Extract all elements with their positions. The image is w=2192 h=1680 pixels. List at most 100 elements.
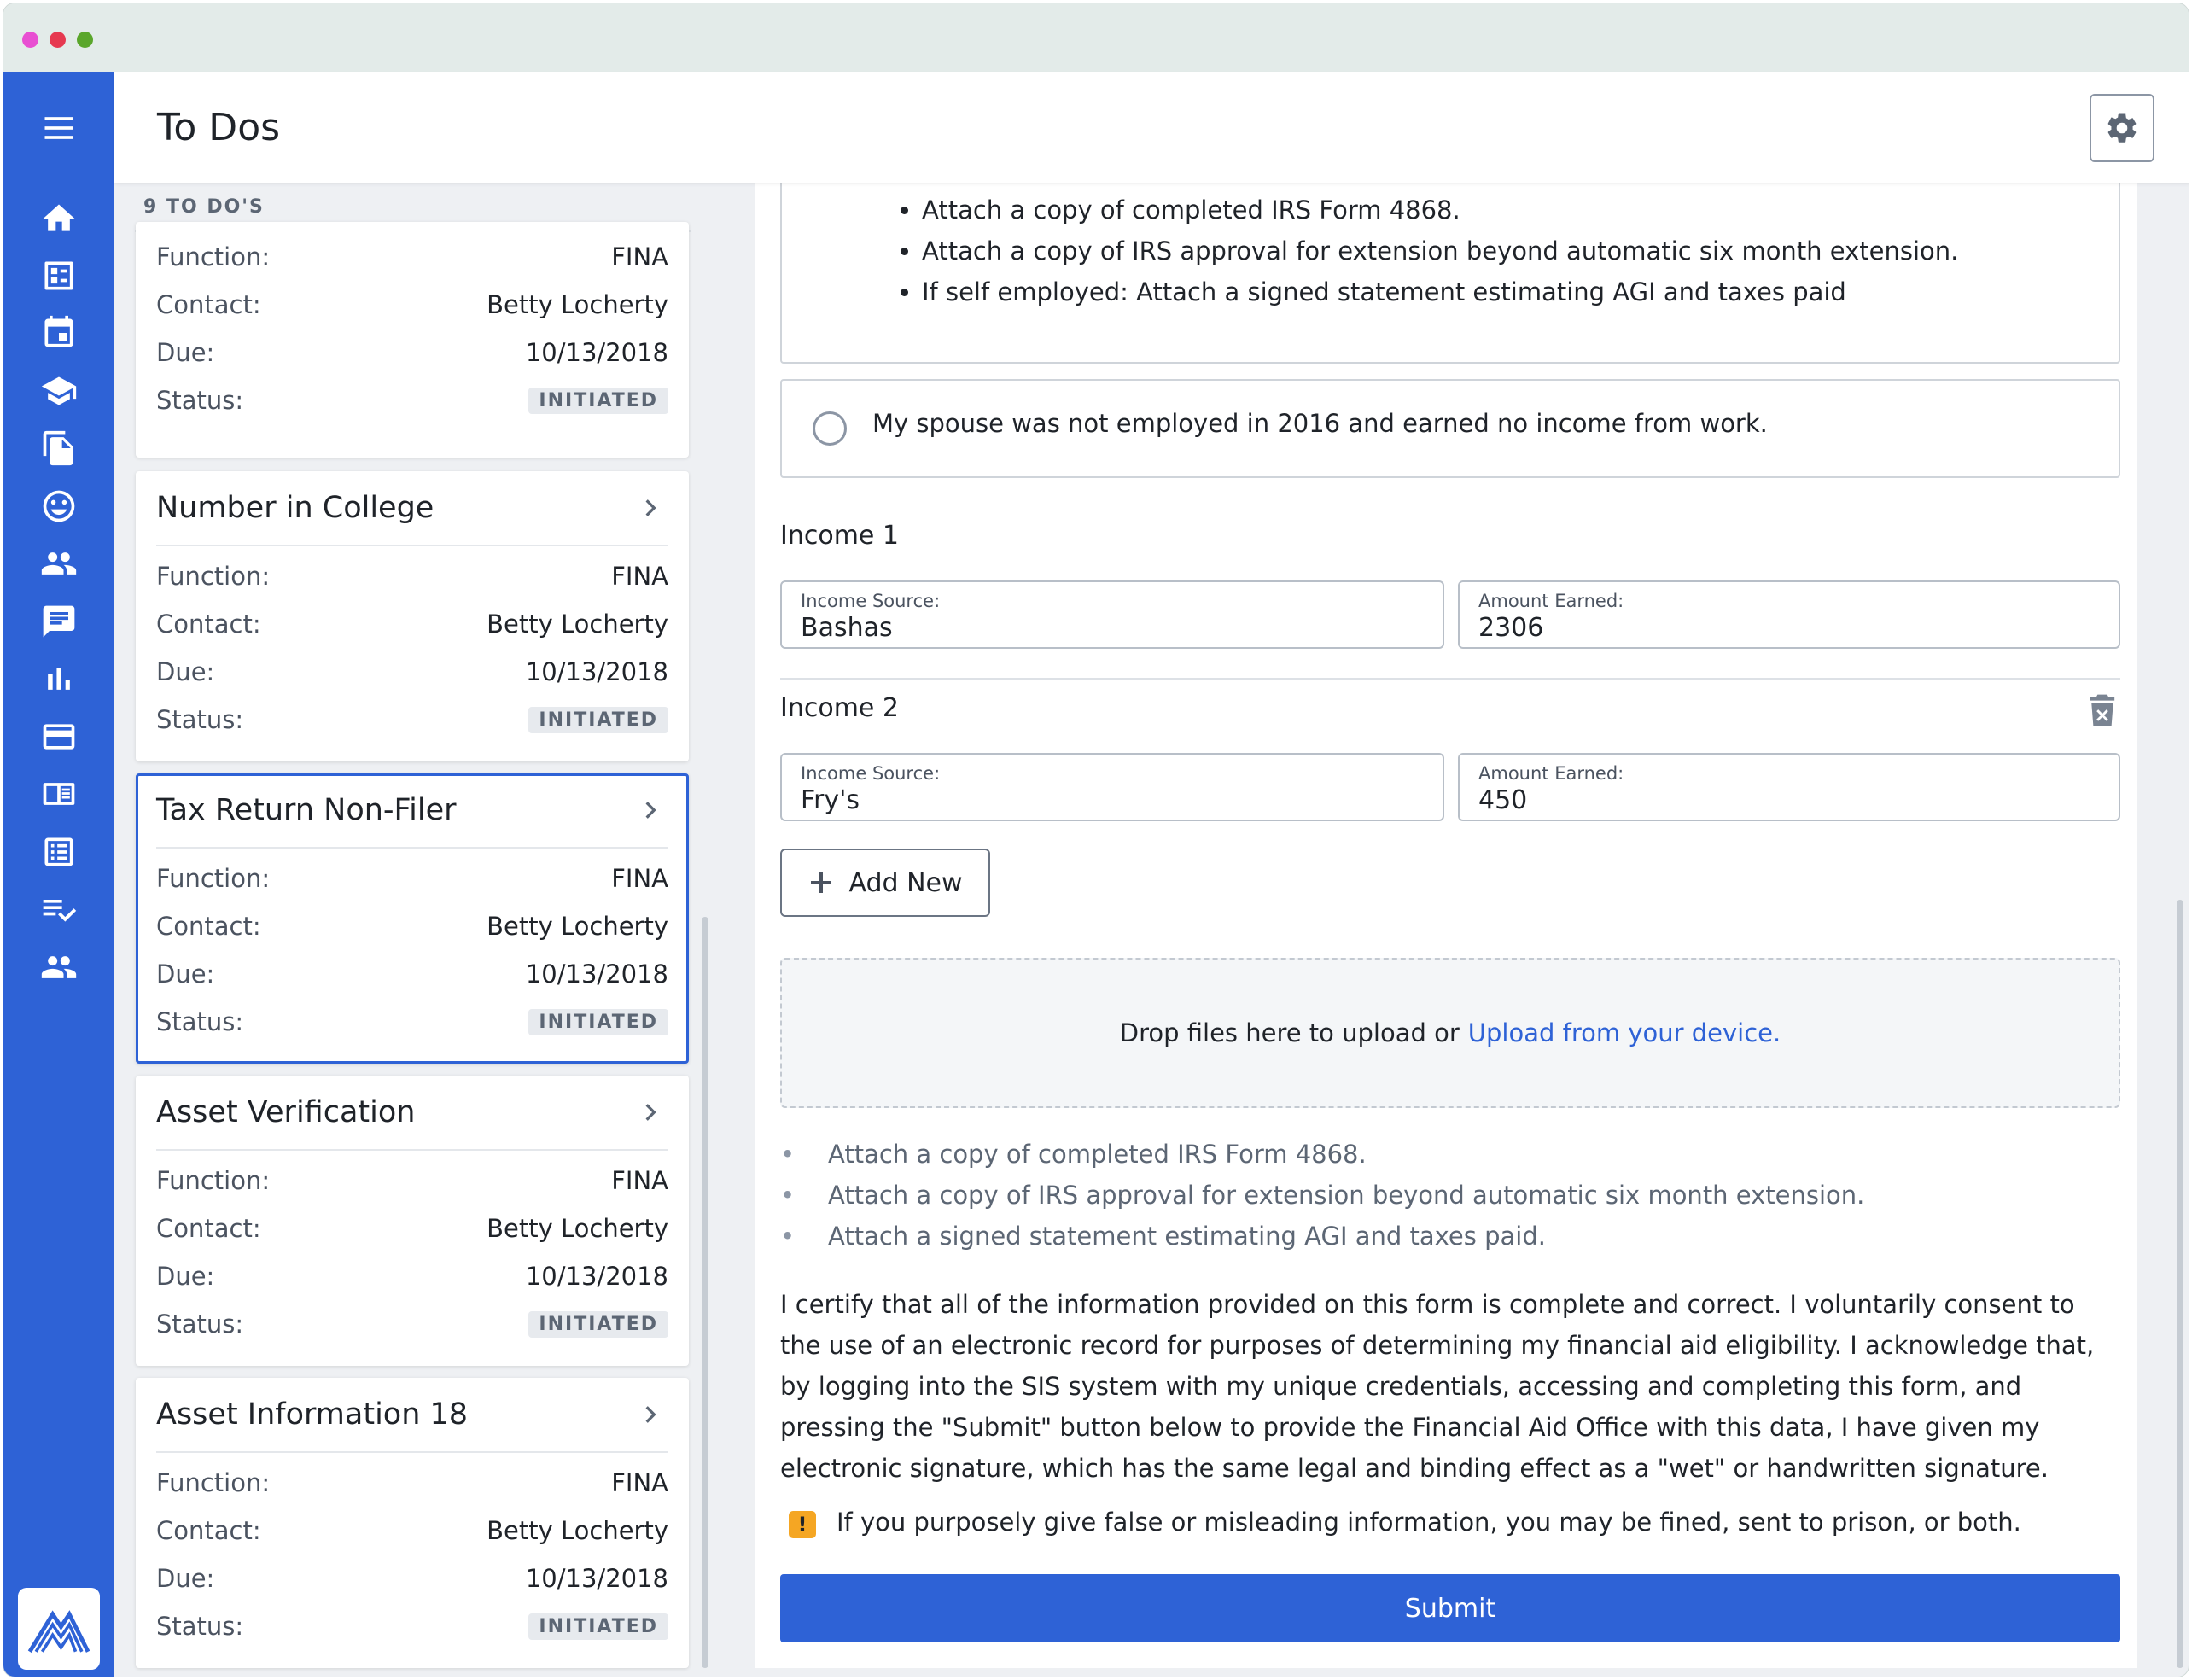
card-status-row: Status: INITIATED — [156, 697, 668, 744]
field-label: Income Source: — [801, 591, 941, 611]
status-label: Status: — [156, 705, 244, 734]
function-value: FINA — [611, 562, 668, 591]
minimize-window-dot[interactable] — [50, 32, 66, 48]
chevron-right-icon — [639, 1101, 662, 1123]
income-source-field[interactable]: Income Source: Fry's — [780, 753, 1444, 821]
detail-form-pane: Attach a copy of completed IRS Form 4868… — [755, 183, 2137, 1668]
todo-card-selected[interactable]: Tax Return Non-Filer Function: FINA Cont… — [136, 773, 689, 1064]
due-label: Due: — [156, 960, 215, 989]
people-icon[interactable] — [38, 543, 79, 584]
dashboard-icon[interactable] — [38, 255, 79, 296]
amount-earned-field[interactable]: Amount Earned: 2306 — [1458, 580, 2120, 649]
contact-value: Betty Locherty — [487, 1214, 668, 1243]
menu-icon[interactable] — [38, 108, 79, 149]
submit-button[interactable]: Submit — [780, 1574, 2120, 1642]
due-label: Due: — [156, 657, 215, 686]
card-status-row: Status: INITIATED — [156, 999, 668, 1047]
section-divider — [780, 678, 2120, 680]
documents-icon[interactable] — [38, 428, 79, 469]
card-function-row: Function: FINA — [156, 234, 668, 282]
group-icon[interactable] — [38, 947, 79, 988]
card-contact-row: Contact: Betty Locherty — [156, 903, 668, 951]
contact-value: Betty Locherty — [487, 1516, 668, 1545]
card-status-row: Status: INITIATED — [156, 1301, 668, 1349]
chat-icon[interactable] — [38, 601, 79, 642]
card-title: Asset Verification — [156, 1095, 416, 1129]
due-value: 10/13/2018 — [525, 1262, 668, 1291]
todo-list-pane: 9 TO DO'S Function: FINA Contact: Betty … — [114, 183, 712, 1677]
bar-chart-icon[interactable] — [38, 658, 79, 699]
graduation-cap-icon[interactable] — [38, 370, 79, 411]
home-icon[interactable] — [38, 198, 79, 239]
smiley-icon[interactable] — [38, 486, 79, 527]
list-item: If self employed: Attach a signed statem… — [922, 271, 2100, 312]
settings-button[interactable] — [2090, 94, 2154, 162]
amount-earned-field[interactable]: Amount Earned: 450 — [1458, 753, 2120, 821]
status-badge: INITIATED — [528, 388, 668, 414]
maximize-window-dot[interactable] — [77, 32, 93, 48]
card-function-row: Function: FINA — [156, 553, 668, 601]
requirements-list: • Attach a copy of completed IRS Form 486… — [780, 1134, 2120, 1257]
card-title: Tax Return Non-Filer — [156, 793, 457, 827]
status-badge: INITIATED — [528, 707, 668, 733]
delete-income-button[interactable] — [2088, 693, 2117, 727]
chevron-right-icon — [639, 1403, 662, 1426]
list-icon[interactable] — [38, 831, 79, 872]
nav-rail — [3, 72, 114, 1677]
due-value: 10/13/2018 — [525, 1564, 668, 1593]
card-header: Asset Verification — [156, 1076, 668, 1151]
field-label: Amount Earned: — [1478, 591, 1624, 611]
card-function-row: Function: FINA — [156, 1158, 668, 1205]
due-value: 10/13/2018 — [525, 960, 668, 989]
school-logo[interactable] — [18, 1588, 100, 1670]
field-label: Amount Earned: — [1478, 763, 1624, 784]
add-new-income-button[interactable]: Add New — [780, 849, 990, 917]
list-scrollbar[interactable] — [702, 917, 708, 1668]
contact-label: Contact: — [156, 1516, 261, 1545]
status-label: Status: — [156, 386, 244, 415]
calendar-icon[interactable] — [38, 312, 79, 353]
detail-scrollbar[interactable] — [2177, 900, 2183, 1668]
function-label: Function: — [156, 1166, 271, 1195]
app-window: To Dos 9 TO DO'S Function: FINA Contact:… — [3, 3, 2189, 1677]
card-status-row: Status: INITIATED — [156, 377, 668, 425]
income-source-field[interactable]: Income Source: Bashas — [780, 580, 1444, 649]
function-value: FINA — [611, 1166, 668, 1195]
contact-label: Contact: — [156, 610, 261, 639]
list-item: • Attach a copy of IRS approval for exten… — [780, 1181, 1865, 1210]
plus-icon — [811, 872, 832, 893]
todo-card[interactable]: Asset Verification Function: FINA Contac… — [136, 1076, 689, 1366]
field-value: Fry's — [801, 785, 860, 815]
function-value: FINA — [611, 1468, 668, 1497]
status-label: Status: — [156, 1007, 244, 1036]
file-dropzone[interactable]: Drop files here to upload or Upload from… — [780, 958, 2120, 1108]
function-label: Function: — [156, 562, 271, 591]
close-window-dot[interactable] — [22, 32, 38, 48]
status-badge: INITIATED — [528, 1613, 668, 1640]
radio-button[interactable] — [813, 411, 847, 446]
certification-text: I certify that all of the information pr… — [780, 1290, 2095, 1483]
checklist-icon[interactable] — [38, 889, 79, 930]
card-due-row: Due: 10/13/2018 — [156, 951, 668, 999]
chevron-right-icon — [639, 497, 662, 519]
warning-notice: ! If you purposely give false or mislead… — [780, 1508, 2120, 1545]
card-contact-row: Contact: Betty Locherty — [156, 1205, 668, 1253]
todo-card[interactable]: Number in College Function: FINA Contact… — [136, 471, 689, 761]
upload-from-device-link[interactable]: Upload from your device. — [1468, 1018, 1781, 1047]
card-due-row: Due: 10/13/2018 — [156, 1253, 668, 1301]
option-box[interactable]: Attach a copy of completed IRS Form 4868… — [780, 183, 2120, 364]
status-label: Status: — [156, 1310, 244, 1339]
spouse-not-employed-option[interactable]: My spouse was not employed in 2016 and e… — [780, 379, 2120, 478]
status-badge: INITIATED — [528, 1009, 668, 1035]
todo-card[interactable]: Function: FINA Contact: Betty Locherty D… — [136, 222, 689, 458]
credit-card-icon[interactable] — [38, 716, 79, 757]
card-function-row: Function: FINA — [156, 1460, 668, 1508]
radio-option-label: My spouse was not employed in 2016 and e… — [872, 409, 1768, 438]
due-label: Due: — [156, 338, 215, 367]
todo-card[interactable]: Asset Information 18 Function: FINA Cont… — [136, 1378, 689, 1668]
warning-icon: ! — [789, 1511, 816, 1538]
card-due-row: Due: 10/13/2018 — [156, 649, 668, 697]
book-icon[interactable] — [38, 773, 79, 814]
field-label: Income Source: — [801, 763, 941, 784]
list-item: Attach a copy of IRS approval for extens… — [922, 230, 2100, 271]
